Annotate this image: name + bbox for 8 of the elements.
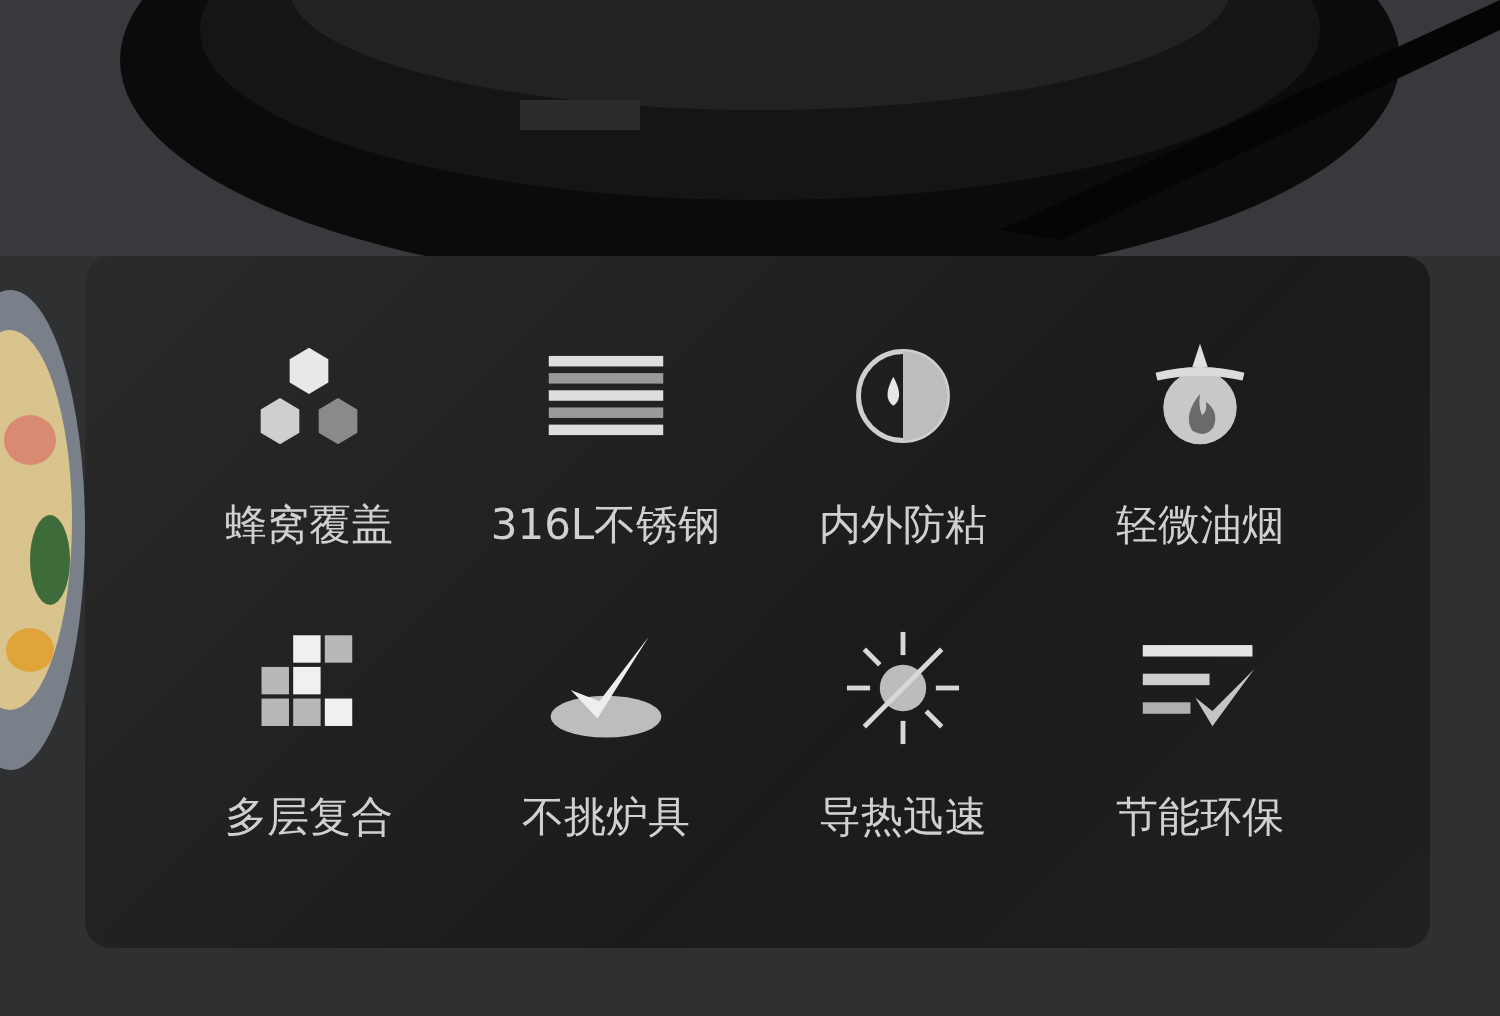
feature-label: 轻微油烟 <box>1115 502 1284 549</box>
feature-label: 节能环保 <box>1115 794 1284 841</box>
feature-label: 导热迅速 <box>818 794 987 841</box>
feature-label: 316L不锈钢 <box>490 502 721 549</box>
feature-label: 内外防粘 <box>818 502 987 549</box>
feature-label: 蜂窝覆盖 <box>224 502 393 549</box>
feature-label: 多层复合 <box>224 794 393 841</box>
feature-label: 不挑炉具 <box>521 794 690 841</box>
